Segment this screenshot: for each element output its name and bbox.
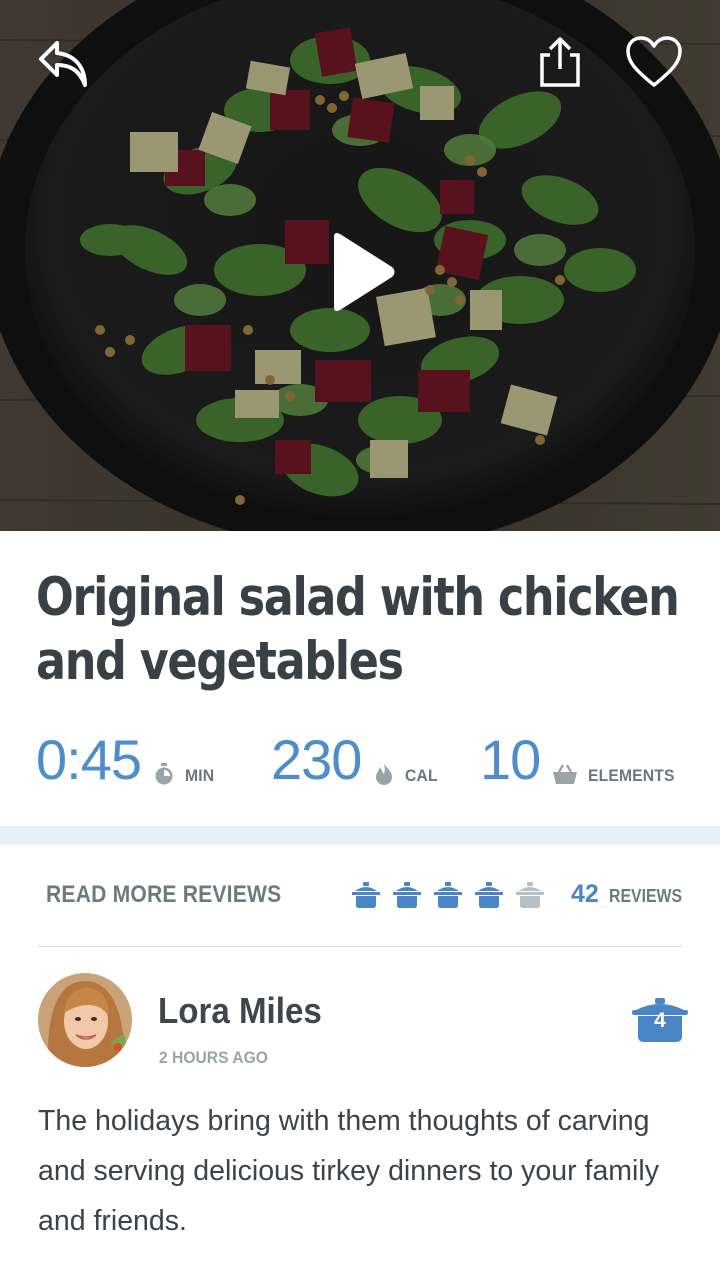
- basket-icon: [553, 764, 578, 784]
- review-count-label: REVIEWS: [608, 886, 682, 906]
- calories-value: 230: [271, 728, 362, 791]
- reviews-divider: [38, 946, 682, 947]
- avatar-photo: [38, 973, 132, 1067]
- stat-time: 0:45 MIN: [36, 732, 217, 788]
- review-rating-value: 4: [654, 1009, 666, 1032]
- share-button[interactable]: [528, 30, 592, 94]
- share-icon: [540, 37, 580, 87]
- recipe-hero-image: [0, 0, 720, 531]
- elements-value: 10: [480, 728, 541, 791]
- recipe-title: Original salad with chicken and vegetabl…: [36, 567, 680, 692]
- pot-icon-filled: [352, 882, 380, 908]
- section-separator: [0, 826, 720, 845]
- review-text: The holidays bring with them thoughts of…: [38, 1105, 659, 1237]
- play-icon: [334, 233, 395, 311]
- stat-elements: 10 ELEMENTS: [480, 732, 682, 788]
- time-unit: MIN: [185, 766, 215, 785]
- favorite-button[interactable]: [620, 30, 688, 94]
- review-timestamp: 2 HOURS AGO: [159, 1048, 268, 1067]
- heart-icon: [626, 36, 682, 87]
- play-video-button[interactable]: [318, 222, 408, 322]
- stat-calories: 230 CAL: [271, 732, 441, 788]
- back-arrow-icon: [39, 41, 87, 87]
- pot-icon-filled: [434, 882, 462, 908]
- back-button[interactable]: [28, 30, 98, 100]
- review-count[interactable]: 42 REVIEWS: [571, 880, 692, 909]
- rating-pots: [352, 880, 544, 910]
- calories-unit: CAL: [405, 766, 439, 785]
- flame-icon: [376, 764, 393, 785]
- review-count-number: 42: [571, 880, 599, 908]
- reviewer-name[interactable]: Lora Miles: [158, 990, 322, 1032]
- reviewer-avatar[interactable]: [38, 973, 132, 1067]
- pot-icon-empty: [516, 882, 544, 908]
- elements-unit: ELEMENTS: [588, 766, 675, 785]
- pot-icon-filled: [393, 882, 421, 908]
- pot-icon-filled: [475, 882, 503, 908]
- time-value: 0:45: [36, 728, 142, 791]
- read-more-reviews-link[interactable]: READ MORE REVIEWS: [46, 881, 281, 909]
- timer-icon: [155, 763, 173, 785]
